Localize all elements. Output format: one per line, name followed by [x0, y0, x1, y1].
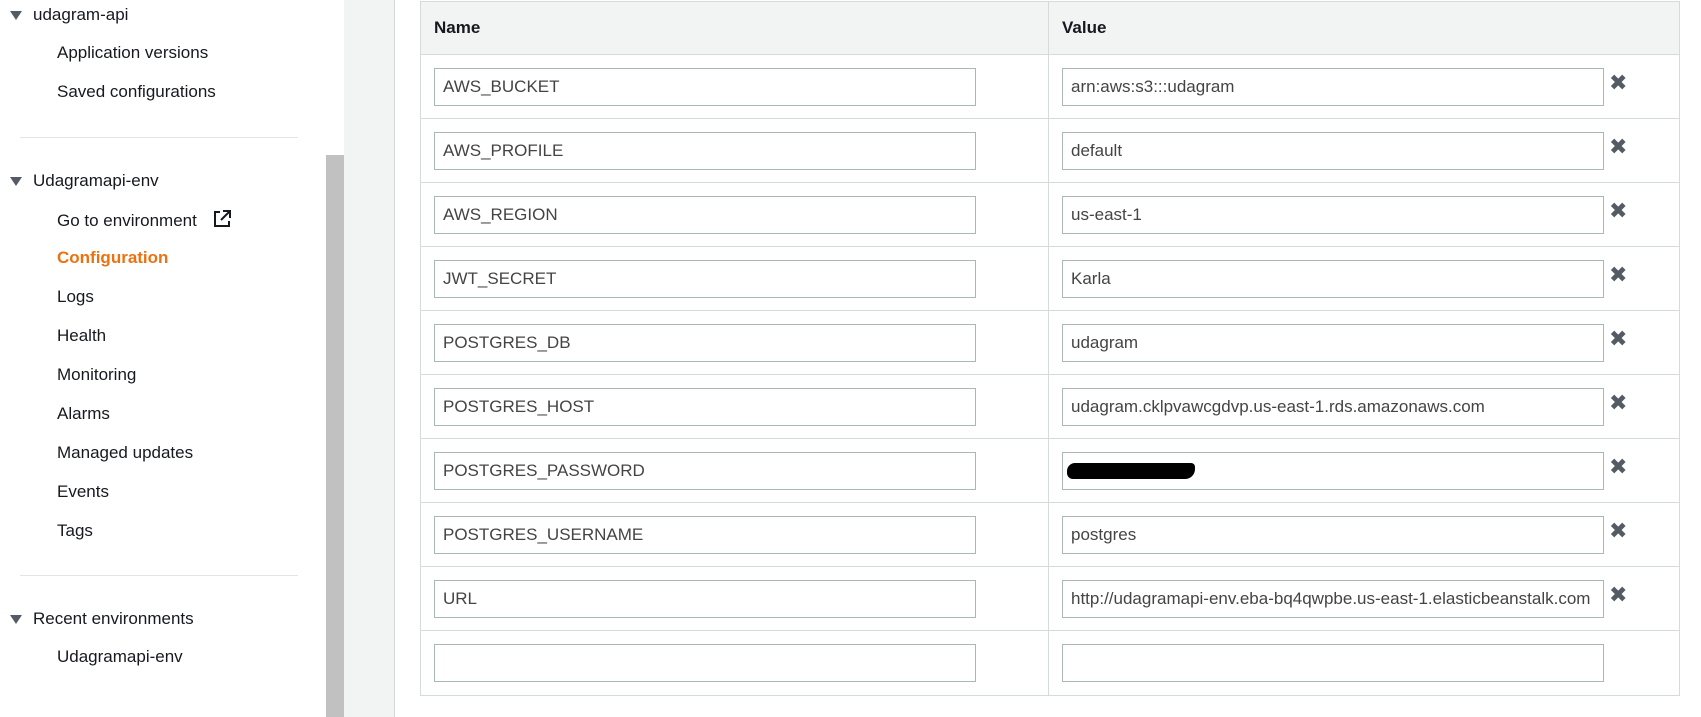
property-name-input[interactable]	[434, 259, 976, 298]
table-row: ✖	[421, 375, 1679, 439]
name-cell	[421, 183, 1049, 246]
property-value-input[interactable]	[1062, 67, 1604, 106]
property-value-input[interactable]	[1062, 195, 1604, 234]
property-value-input[interactable]	[1062, 515, 1604, 554]
caret-down-icon	[10, 614, 22, 624]
sidebar-item-application-versions[interactable]: Application versions	[57, 43, 208, 63]
value-cell: ✖	[1049, 439, 1679, 502]
table-row: ✖	[421, 567, 1679, 631]
sidebar-divider	[20, 137, 298, 138]
column-header-value: Value	[1062, 18, 1107, 37]
sidebar-env-section[interactable]: Udagramapi-env	[10, 171, 159, 191]
value-cell: ✖	[1049, 55, 1679, 118]
property-value-input[interactable]	[1062, 644, 1604, 682]
table-row: ✖	[421, 247, 1679, 311]
sidebar-divider	[20, 575, 298, 576]
sidebar-item-label: Go to environment	[57, 211, 197, 230]
table-body: ✖ ✖ ✖ ✖ ✖ ✖ ✖ ✖ ✖	[421, 55, 1679, 695]
property-name-input[interactable]	[434, 67, 976, 106]
sidebar-item-managed-updates[interactable]: Managed updates	[57, 443, 193, 463]
table-row: ✖	[421, 55, 1679, 119]
value-cell: ✖	[1049, 567, 1679, 630]
sidebar-item-tags[interactable]: Tags	[57, 521, 93, 541]
content-gutter	[344, 0, 395, 717]
external-link-icon	[212, 209, 232, 234]
remove-property-close-icon[interactable]: ✖	[1609, 71, 1627, 94]
sidebar-item-recent-udagramapi-env[interactable]: Udagramapi-env	[57, 647, 183, 667]
redaction-mark	[1067, 462, 1195, 479]
sidebar-item-saved-configurations[interactable]: Saved configurations	[57, 82, 216, 102]
property-name-input[interactable]	[434, 451, 976, 490]
sidebar-item-go-to-environment[interactable]: Go to environment	[57, 209, 232, 234]
sidebar-recent-title: Recent environments	[33, 609, 194, 628]
property-value-input[interactable]	[1062, 323, 1604, 362]
name-cell	[421, 311, 1049, 374]
name-cell	[421, 119, 1049, 182]
table-row: ✖	[421, 119, 1679, 183]
sidebar-item-events[interactable]: Events	[57, 482, 109, 502]
value-cell: ✖	[1049, 503, 1679, 566]
value-cell: ✖	[1049, 183, 1679, 246]
property-name-input[interactable]	[434, 644, 976, 682]
property-name-input[interactable]	[434, 131, 976, 170]
sidebar-item-logs[interactable]: Logs	[57, 287, 94, 307]
name-cell	[421, 55, 1049, 118]
remove-property-close-icon[interactable]: ✖	[1609, 519, 1627, 542]
table-row: ✖	[421, 503, 1679, 567]
sidebar-item-health[interactable]: Health	[57, 326, 106, 346]
remove-property-close-icon[interactable]: ✖	[1609, 455, 1627, 478]
property-name-input[interactable]	[434, 323, 976, 362]
sidebar-item-alarms[interactable]: Alarms	[57, 404, 110, 424]
name-cell	[421, 439, 1049, 502]
caret-down-icon	[10, 176, 22, 186]
sidebar-item-configuration[interactable]: Configuration	[57, 248, 168, 268]
property-name-input[interactable]	[434, 579, 976, 618]
table-header: Name Value	[421, 2, 1679, 55]
remove-property-close-icon[interactable]: ✖	[1609, 263, 1627, 286]
sidebar: udagram-api Application versions Saved c…	[0, 0, 328, 717]
table-row: ✖	[421, 439, 1679, 503]
property-value-input[interactable]	[1062, 579, 1604, 618]
remove-property-close-icon[interactable]: ✖	[1609, 199, 1627, 222]
value-cell: ✖	[1049, 375, 1679, 438]
name-cell	[421, 375, 1049, 438]
value-cell: ✖	[1049, 247, 1679, 310]
caret-down-icon	[10, 10, 22, 20]
sidebar-env-title: Udagramapi-env	[33, 171, 159, 190]
sidebar-scrollbar-thumb[interactable]	[326, 155, 344, 717]
name-cell	[421, 503, 1049, 566]
sidebar-recent-section[interactable]: Recent environments	[10, 609, 194, 629]
value-cell: ✖	[1049, 119, 1679, 182]
table-row: ✖	[421, 183, 1679, 247]
sidebar-app-title: udagram-api	[33, 5, 129, 24]
remove-property-close-icon[interactable]: ✖	[1609, 135, 1627, 158]
property-value-input[interactable]	[1062, 387, 1604, 426]
name-cell	[421, 631, 1049, 695]
remove-property-close-icon[interactable]: ✖	[1609, 327, 1627, 350]
remove-property-close-icon[interactable]: ✖	[1609, 391, 1627, 414]
value-cell	[1049, 631, 1679, 695]
table-row	[421, 631, 1679, 695]
column-header-name: Name	[421, 2, 1049, 54]
property-value-input[interactable]	[1062, 259, 1604, 298]
value-cell: ✖	[1049, 311, 1679, 374]
property-name-input[interactable]	[434, 195, 976, 234]
property-name-input[interactable]	[434, 387, 976, 426]
property-value-input[interactable]	[1062, 131, 1604, 170]
remove-property-close-icon[interactable]: ✖	[1609, 583, 1627, 606]
sidebar-app-section[interactable]: udagram-api	[10, 5, 128, 25]
sidebar-item-monitoring[interactable]: Monitoring	[57, 365, 136, 385]
property-name-input[interactable]	[434, 515, 976, 554]
name-cell	[421, 567, 1049, 630]
name-cell	[421, 247, 1049, 310]
environment-properties-table: Name Value ✖ ✖ ✖ ✖ ✖ ✖ ✖ ✖ ✖	[420, 1, 1680, 696]
table-row: ✖	[421, 311, 1679, 375]
